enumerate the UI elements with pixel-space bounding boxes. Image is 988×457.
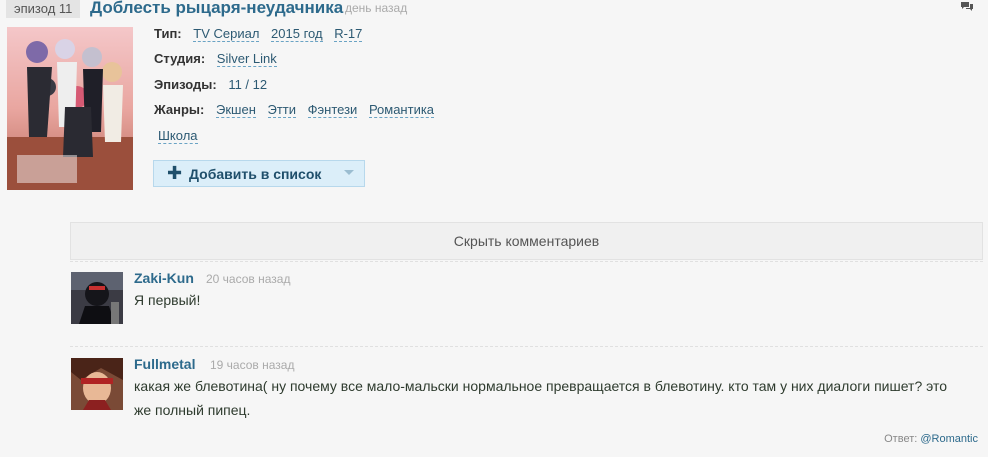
- avatar[interactable]: [71, 358, 123, 410]
- type-tag-tv[interactable]: TV Сериал: [193, 26, 260, 42]
- comment-text: Я первый!: [134, 292, 201, 308]
- reply-prefix: Ответ:: [884, 433, 918, 445]
- type-row: Тип: TV Сериал 2015 год R-17: [154, 25, 370, 43]
- comment-text-line: же полный пипец.: [134, 402, 251, 418]
- genres-label: Жанры:: [154, 102, 205, 117]
- episode-badge: эпизод 11: [6, 0, 81, 18]
- hide-comments-button[interactable]: Скрыть комментариев: [70, 222, 983, 260]
- studio-row: Студия: Silver Link: [154, 50, 285, 68]
- type-tag-year[interactable]: 2015 год: [271, 26, 323, 42]
- time-ago: день назад: [345, 1, 408, 15]
- comment-author[interactable]: Fullmetal: [134, 356, 195, 372]
- plus-icon: ✚: [167, 163, 183, 183]
- avatar[interactable]: [71, 272, 123, 324]
- type-tag-rating[interactable]: R-17: [334, 26, 363, 42]
- episodes-count: 11 / 12: [228, 77, 268, 92]
- anime-poster[interactable]: [7, 27, 133, 190]
- episode-header: эпизод 11 Доблесть рыцаря-неудачника ден…: [0, 0, 988, 20]
- genre-tag[interactable]: Школа: [158, 128, 198, 144]
- genre-tag[interactable]: Экшен: [216, 102, 256, 118]
- add-to-list-label: Добавить в список: [189, 166, 322, 182]
- studio-label: Студия:: [154, 51, 206, 66]
- type-label: Тип:: [154, 26, 182, 41]
- comments-icon[interactable]: [960, 0, 974, 12]
- genre-tag[interactable]: Этти: [267, 102, 297, 118]
- comment-time: 20 часов назад: [206, 272, 291, 286]
- comment-time: 19 часов назад: [210, 358, 295, 372]
- anime-title-link[interactable]: Доблесть рыцаря-неудачника: [90, 0, 343, 18]
- genres-row: Жанры: Экшен Этти Фэнтези Романтика: [154, 101, 442, 119]
- divider: [70, 346, 983, 347]
- comment-author[interactable]: Zaki-Kun: [134, 270, 194, 286]
- reply-to: Ответ: @Romantic: [884, 433, 978, 445]
- genre-tag[interactable]: Фэнтези: [307, 102, 358, 118]
- comment-text: какая же блевотина( ну почему все мало-м…: [134, 374, 979, 422]
- genre-tag[interactable]: Романтика: [368, 102, 435, 118]
- add-to-list-button[interactable]: ✚ Добавить в список: [153, 160, 365, 187]
- episodes-row: Эпизоды: 11 / 12: [154, 76, 267, 94]
- divider: [70, 261, 983, 262]
- caret-down-icon[interactable]: [344, 170, 354, 175]
- episodes-label: Эпизоды:: [154, 77, 217, 92]
- reply-user-link[interactable]: @Romantic: [920, 433, 978, 445]
- comment-text-line: какая же блевотина( ну почему все мало-м…: [134, 378, 948, 394]
- genres-row-2: Школа: [158, 127, 206, 145]
- studio-link[interactable]: Silver Link: [216, 51, 277, 67]
